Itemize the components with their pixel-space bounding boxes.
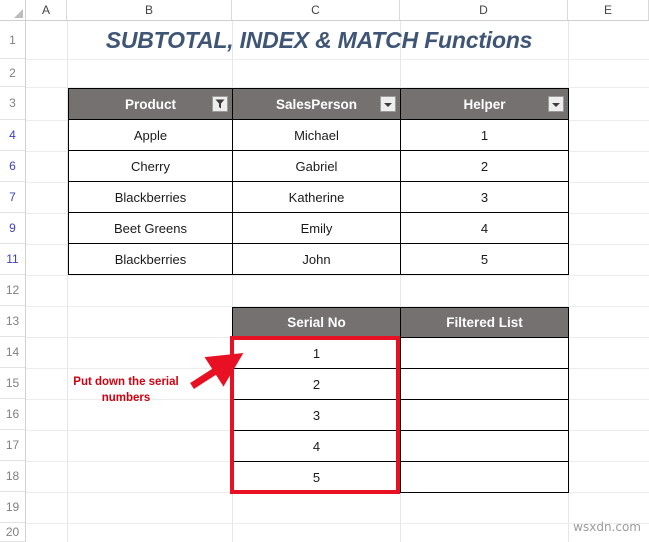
column-header-a[interactable]: A — [26, 0, 67, 20]
row-header-3[interactable]: 3 — [0, 87, 25, 120]
row-header-19[interactable]: 19 — [0, 492, 25, 523]
cell-product[interactable]: Blackberries — [68, 243, 233, 275]
column-header-d[interactable]: D — [400, 0, 568, 20]
row-header-18[interactable]: 18 — [0, 461, 25, 492]
annotation-callout: Put down the serial numbers — [42, 375, 210, 406]
source-data-table: Product SalesPerson Helper Apple Michael… — [68, 88, 569, 275]
column-header-serial-no: Serial No — [232, 307, 401, 338]
column-header-product-label: Product — [124, 96, 176, 112]
cell-product[interactable]: Blackberries — [68, 181, 233, 213]
cell-salesperson[interactable]: John — [232, 243, 401, 275]
row-header-16[interactable]: 16 — [0, 399, 25, 430]
filter-dropdown-icon-salesperson[interactable] — [380, 96, 396, 112]
row-header-14[interactable]: 14 — [0, 337, 25, 368]
annotation-line-1: Put down the serial — [73, 376, 179, 388]
source-table-header-row: Product SalesPerson Helper — [68, 88, 569, 120]
row-header-2[interactable]: 2 — [0, 59, 25, 87]
cell-product[interactable]: Cherry — [68, 150, 233, 182]
chevron-down-icon — [552, 103, 560, 107]
filter-dropdown-icon-helper[interactable] — [548, 96, 564, 112]
column-header-e[interactable]: E — [568, 0, 649, 20]
table-row: 2 — [232, 368, 569, 400]
cell-helper[interactable]: 1 — [400, 119, 569, 151]
column-header-helper: Helper — [400, 88, 569, 120]
gridline-horizontal — [26, 59, 649, 60]
cell-salesperson[interactable]: Michael — [232, 119, 401, 151]
result-table-header-row: Serial No Filtered List — [232, 307, 569, 338]
cell-filtered-list[interactable] — [400, 399, 569, 431]
row-header-gutter: 1 2 3 4 6 7 9 11 12 13 14 15 16 17 18 19 20 — [0, 21, 26, 542]
cell-serial-no[interactable]: 1 — [232, 337, 401, 369]
column-header-salesperson: SalesPerson — [232, 88, 401, 120]
row-header-9[interactable]: 9 — [0, 213, 25, 244]
cell-filtered-list[interactable] — [400, 368, 569, 400]
page-title: SUBTOTAL, INDEX & MATCH Functions — [105, 27, 533, 53]
cell-helper[interactable]: 5 — [400, 243, 569, 275]
column-header-salesperson-label: SalesPerson — [275, 96, 358, 112]
row-header-17[interactable]: 17 — [0, 430, 25, 461]
cell-salesperson[interactable]: Katherine — [232, 181, 401, 213]
cell-filtered-list[interactable] — [400, 461, 569, 493]
gridline-horizontal — [26, 523, 649, 524]
table-row: 1 — [232, 337, 569, 369]
row-header-20[interactable]: 20 — [0, 523, 25, 542]
cell-salesperson[interactable]: Emily — [232, 212, 401, 244]
column-header-b[interactable]: B — [67, 0, 232, 20]
cell-salesperson[interactable]: Gabriel — [232, 150, 401, 182]
cell-serial-no[interactable]: 4 — [232, 430, 401, 462]
row-header-12[interactable]: 12 — [0, 275, 25, 306]
row-header-1[interactable]: 1 — [0, 21, 25, 59]
row-header-15[interactable]: 15 — [0, 368, 25, 399]
table-row: Apple Michael 1 — [68, 119, 569, 151]
table-row: Blackberries Katherine 3 — [68, 181, 569, 213]
cell-product[interactable]: Apple — [68, 119, 233, 151]
table-row: 3 — [232, 399, 569, 431]
row-header-6[interactable]: 6 — [0, 151, 25, 182]
table-row: Beet Greens Emily 4 — [68, 212, 569, 244]
watermark: wsxdn.com — [573, 520, 641, 534]
gridline-horizontal — [26, 275, 649, 276]
table-row: Blackberries John 5 — [68, 243, 569, 275]
cell-helper[interactable]: 3 — [400, 181, 569, 213]
cell-serial-no[interactable]: 3 — [232, 399, 401, 431]
chevron-down-icon — [384, 103, 392, 107]
row-header-11[interactable]: 11 — [0, 244, 25, 275]
select-all-corner[interactable] — [0, 0, 26, 21]
filter-applied-icon[interactable] — [212, 96, 228, 112]
select-all-triangle-icon — [14, 9, 23, 18]
result-table: Serial No Filtered List 1 2 3 4 5 — [232, 307, 569, 493]
column-header-strip: ABCDE — [0, 0, 649, 21]
cell-product[interactable]: Beet Greens — [68, 212, 233, 244]
table-row: 5 — [232, 461, 569, 493]
row-header-4[interactable]: 4 — [0, 120, 25, 151]
column-header-product: Product — [68, 88, 233, 120]
row-header-13[interactable]: 13 — [0, 306, 25, 337]
annotation-line-2: numbers — [101, 391, 151, 404]
cell-helper[interactable]: 4 — [400, 212, 569, 244]
table-row: 4 — [232, 430, 569, 462]
cell-serial-no[interactable]: 2 — [232, 368, 401, 400]
table-row: Cherry Gabriel 2 — [68, 150, 569, 182]
cell-filtered-list[interactable] — [400, 337, 569, 369]
funnel-glyph — [215, 99, 225, 109]
cell-serial-no[interactable]: 5 — [232, 461, 401, 493]
column-header-filtered-list: Filtered List — [400, 307, 569, 338]
column-header-helper-label: Helper — [463, 96, 506, 112]
spreadsheet-canvas: ABCDE 1 2 3 4 6 7 9 11 12 13 14 15 16 17 18 19 20 SUBTOT… — [0, 0, 649, 542]
cell-filtered-list[interactable] — [400, 430, 569, 462]
row-header-7[interactable]: 7 — [0, 182, 25, 213]
column-header-c[interactable]: C — [232, 0, 400, 20]
cell-helper[interactable]: 2 — [400, 150, 569, 182]
